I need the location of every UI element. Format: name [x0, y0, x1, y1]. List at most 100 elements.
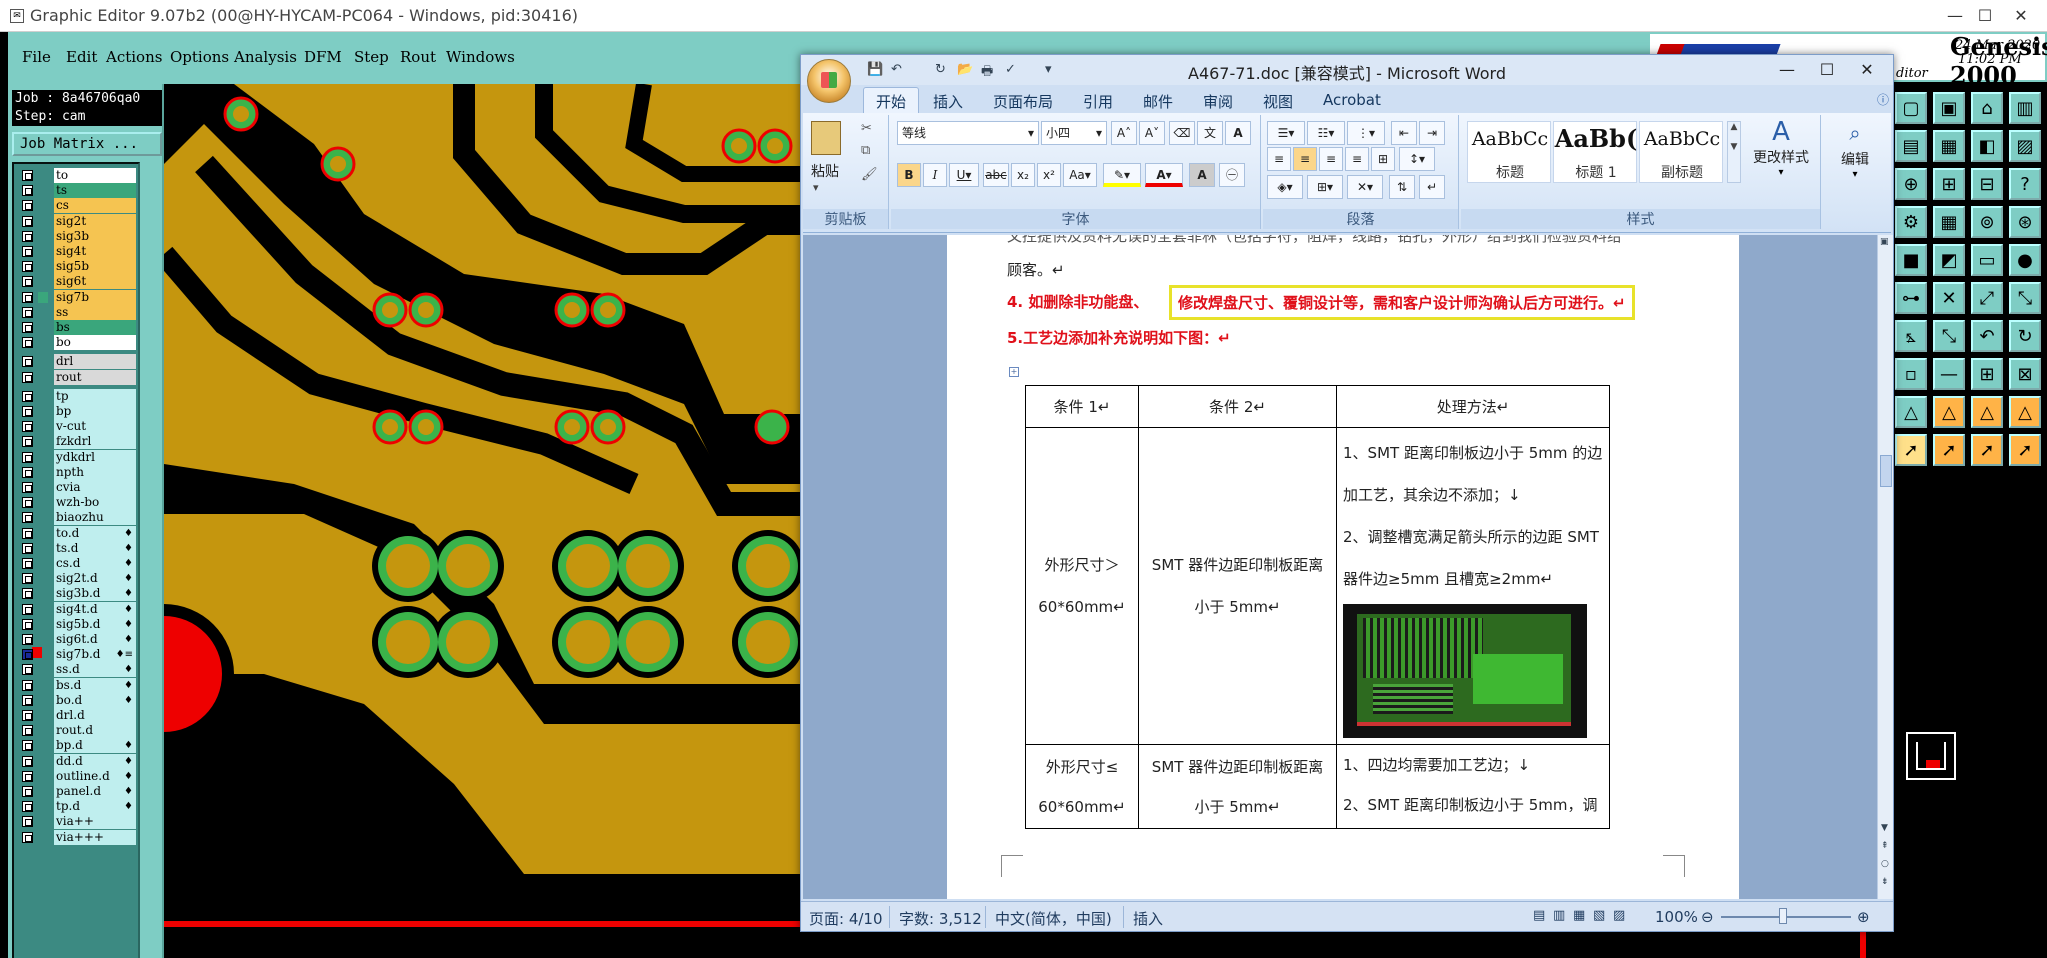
tool-button-icon[interactable]: ⊟: [1971, 168, 2003, 200]
layer-row[interactable]: npth: [16, 464, 138, 480]
layer-name[interactable]: panel.d ♦: [54, 784, 136, 799]
menu-file[interactable]: File: [22, 48, 51, 66]
view-print-layout-icon[interactable]: ▤: [1533, 908, 1545, 923]
layer-checkbox[interactable]: [22, 306, 33, 318]
layer-row[interactable]: via+++: [16, 829, 138, 845]
status-word-count[interactable]: 字数: 3,512: [899, 908, 982, 929]
subscript-button[interactable]: x₂: [1011, 163, 1035, 187]
word-maximize-button[interactable]: ☐: [1807, 57, 1847, 83]
layer-row[interactable]: bs.d ♦: [16, 677, 138, 693]
status-language[interactable]: 中文(简体，中国): [995, 908, 1112, 929]
layer-row[interactable]: cs.d ♦: [16, 556, 138, 571]
layer-row[interactable]: cvia: [16, 480, 138, 495]
layer-row[interactable]: tp: [16, 388, 138, 404]
layer-checkbox[interactable]: [22, 406, 33, 417]
layer-name[interactable]: ts: [54, 183, 136, 199]
show-marks-icon[interactable]: ↵: [1419, 175, 1445, 199]
clear-format-icon[interactable]: ⌫: [1169, 121, 1195, 145]
layer-name[interactable]: to.d ♦: [54, 525, 136, 541]
layer-checkbox[interactable]: [22, 371, 33, 383]
layer-name[interactable]: biaozhu: [54, 510, 136, 526]
tool-button-icon[interactable]: ⚙: [1895, 206, 1927, 238]
tool-button-icon[interactable]: ⊚: [1971, 206, 2003, 238]
layer-checkbox[interactable]: [22, 291, 33, 303]
menu-actions[interactable]: Actions: [106, 48, 162, 66]
align-center-icon[interactable]: ≡: [1293, 147, 1317, 171]
font-color-icon[interactable]: A▾: [1145, 163, 1183, 187]
edit-button[interactable]: ⌕ 编辑 ▾: [1833, 117, 1877, 207]
layer-row[interactable]: bp.d ♦: [16, 738, 138, 754]
strikethrough-button[interactable]: abc: [983, 163, 1009, 187]
layer-name[interactable]: ts.d ♦: [54, 540, 136, 556]
browse-object-icon[interactable]: ○: [1881, 859, 1889, 869]
styles-scroll[interactable]: ▲ ▼: [1727, 121, 1741, 183]
underline-button[interactable]: U▾: [949, 163, 979, 187]
zoom-slider-thumb[interactable]: [1779, 908, 1787, 924]
help-icon[interactable]: ⓘ: [1877, 91, 1889, 108]
layer-checkbox[interactable]: [22, 770, 33, 782]
layer-row[interactable]: sig7b: [16, 289, 138, 305]
layer-name[interactable]: sig4t: [54, 244, 136, 259]
tab-page-layout[interactable]: 页面布局: [993, 91, 1053, 112]
copy-icon[interactable]: ⧉: [861, 143, 870, 158]
layer-row[interactable]: sig3b.d ♦: [16, 586, 138, 602]
layer-name[interactable]: rout: [54, 369, 136, 385]
layer-checkbox[interactable]: [22, 246, 33, 257]
next-page-icon[interactable]: ⇟: [1881, 877, 1889, 887]
tool-button-icon[interactable]: ▥: [2009, 92, 2041, 124]
layer-row[interactable]: ts.d ♦: [16, 540, 138, 556]
tool-button-icon[interactable]: ⤢: [1971, 282, 2003, 314]
status-page[interactable]: 页面: 4/10: [809, 908, 883, 929]
layer-row[interactable]: rout: [16, 369, 138, 385]
style-subtitle[interactable]: AaBbCc 副标题: [1639, 121, 1723, 183]
layer-name[interactable]: drl.d: [54, 708, 136, 723]
cut-icon[interactable]: ✂: [861, 121, 872, 136]
open-icon[interactable]: 📂: [957, 62, 973, 77]
layer-name[interactable]: sig4t.d ♦: [54, 601, 136, 617]
view-outline-icon[interactable]: ▧: [1593, 908, 1605, 923]
layer-name[interactable]: rout.d: [54, 723, 136, 739]
layer-checkbox[interactable]: [22, 618, 33, 630]
view-draft-icon[interactable]: ▨: [1613, 908, 1625, 923]
scroll-down-icon[interactable]: ▼: [1881, 823, 1888, 833]
paste-label[interactable]: 粘贴: [811, 161, 839, 181]
layer-row[interactable]: tp.d ♦: [16, 799, 138, 815]
redo-icon[interactable]: ↻: [935, 62, 946, 77]
layer-row[interactable]: sig4t: [16, 244, 138, 259]
layer-row[interactable]: via++: [16, 814, 138, 830]
layer-row[interactable]: sig6t.d ♦: [16, 632, 138, 647]
layer-row[interactable]: to.d ♦: [16, 525, 138, 541]
office-button[interactable]: [807, 59, 851, 103]
status-insert-mode[interactable]: 插入: [1133, 908, 1163, 929]
layer-name[interactable]: via+++: [54, 829, 136, 845]
layer-checkbox[interactable]: [22, 558, 33, 569]
layer-name[interactable]: bo: [54, 335, 136, 351]
save-icon[interactable]: 💾: [867, 62, 883, 77]
layer-checkbox[interactable]: [22, 831, 33, 843]
font-name-select[interactable]: 等线 ▾: [897, 121, 1039, 145]
pcb-canvas[interactable]: [164, 84, 804, 958]
layer-name[interactable]: sig6t.d ♦: [54, 632, 136, 647]
tool-button-icon[interactable]: ⊞: [1933, 168, 1965, 200]
justify-icon[interactable]: ≡: [1345, 147, 1369, 171]
layer-checkbox[interactable]: [22, 801, 33, 813]
multilevel-list-icon[interactable]: ⋮▾: [1347, 121, 1385, 145]
layer-checkbox[interactable]: [22, 725, 33, 737]
layer-checkbox[interactable]: [22, 588, 33, 600]
menu-rout[interactable]: Rout: [400, 48, 436, 66]
layer-row[interactable]: drl.d: [16, 708, 138, 723]
tool-button-icon[interactable]: ↻: [2009, 320, 2041, 352]
tool-button-icon[interactable]: ⤡: [2009, 282, 2041, 314]
tool-button-icon[interactable]: △: [2009, 396, 2041, 428]
layer-name[interactable]: drl: [54, 354, 136, 370]
layer-name[interactable]: sig7b: [54, 289, 136, 305]
menu-edit[interactable]: Edit: [66, 48, 97, 66]
grow-font-icon[interactable]: A˄: [1111, 121, 1137, 145]
layer-name[interactable]: ss.d ♦: [54, 662, 136, 678]
layer-checkbox[interactable]: [22, 322, 33, 333]
layer-row[interactable]: fzkdrl: [16, 434, 138, 450]
tool-button-icon[interactable]: —: [1933, 358, 1965, 390]
layer-checkbox[interactable]: [22, 390, 33, 402]
bullets-icon[interactable]: ☰▾: [1267, 121, 1305, 145]
line-spacing-icon[interactable]: ↕▾: [1399, 147, 1435, 171]
